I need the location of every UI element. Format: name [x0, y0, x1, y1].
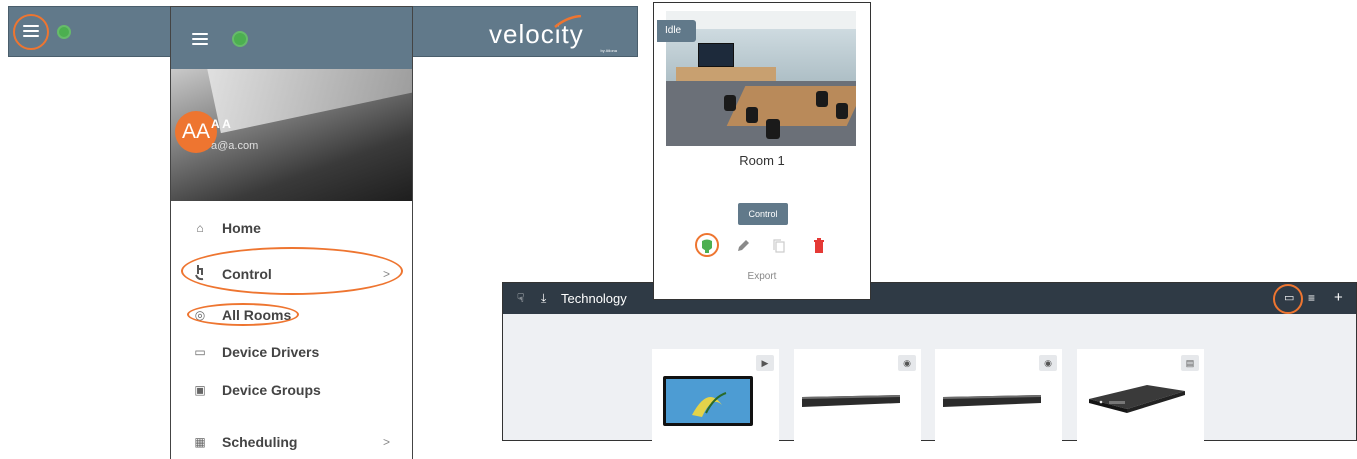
export-label: Export [747, 271, 777, 282]
drawer-header [171, 7, 412, 69]
disc-icon: ◉ [1039, 355, 1057, 371]
device-card[interactable]: ▶ [652, 349, 779, 442]
highlight-circle [1273, 284, 1303, 314]
controller-device-image [1089, 385, 1185, 413]
edit-icon[interactable] [736, 238, 750, 254]
profile-background: AA A A a@a.com [171, 69, 412, 201]
chevron-right-icon: > [382, 435, 390, 449]
nav-item-label: Scheduling [222, 434, 298, 450]
export-icon[interactable] [700, 238, 714, 254]
room-card[interactable]: Idle Room 1 Control Export [653, 2, 871, 300]
group-icon: ▣ [194, 383, 206, 397]
highlight-circle [13, 14, 49, 50]
status-badge: Idle [657, 20, 696, 42]
calendar-icon: ▦ [194, 435, 206, 449]
devices-icon: ▭ [194, 345, 206, 359]
device-card[interactable]: ◉ [935, 349, 1062, 442]
display-device-image [663, 376, 753, 426]
nav-item-device-drivers[interactable]: ▭ Device Drivers [171, 337, 412, 367]
velocity-logo: velocity by Atlona [489, 13, 629, 55]
globe-icon[interactable] [57, 25, 71, 39]
room-title: Room 1 [739, 153, 785, 168]
tune-icon[interactable]: ≡ [1308, 291, 1315, 305]
user-name: A A [211, 117, 231, 131]
logo-subtitle: by Atlona [600, 48, 617, 53]
highlight-oval-control [181, 247, 403, 295]
menu-icon[interactable] [192, 33, 208, 45]
logo-swoosh-icon [554, 15, 582, 28]
player-device-image [802, 395, 900, 407]
technology-panel: ☟ ⤓ Technology ▭ ≡ + ▶ ◉ ◉ ▤ [502, 282, 1357, 442]
home-icon: ⌂ [196, 221, 204, 235]
delete-icon[interactable] [812, 238, 826, 254]
technology-toolbar: ☟ ⤓ Technology ▭ ≡ + [503, 283, 1356, 314]
nav-item-label: Home [222, 220, 261, 236]
user-email: a@a.com [211, 140, 259, 152]
add-icon[interactable]: + [1334, 289, 1343, 306]
globe-icon[interactable] [232, 31, 248, 47]
nav-item-home[interactable]: ⌂ Home [171, 213, 412, 243]
copy-icon[interactable] [772, 238, 786, 254]
message-icon: ▤ [1181, 355, 1199, 371]
download-icon[interactable]: ⤓ [541, 291, 546, 306]
technology-title: Technology [561, 291, 627, 306]
device-card[interactable]: ◉ [794, 349, 921, 442]
nav-item-device-groups[interactable]: ▣ Device Groups [171, 375, 412, 405]
touch-icon[interactable]: ☟ [517, 291, 524, 305]
tv-icon: ▶ [756, 355, 774, 371]
nav-item-label: Device Groups [222, 382, 321, 398]
nav-item-label: Device Drivers [222, 344, 320, 360]
device-card[interactable]: ▤ [1077, 349, 1204, 442]
navigation-drawer: AA A A a@a.com ⌂ Home Control > ◎ All Ro… [170, 6, 413, 459]
highlight-oval-all-rooms [187, 303, 299, 326]
nav-item-scheduling[interactable]: ▦ Scheduling > [171, 427, 412, 457]
player-device-image [943, 395, 1041, 407]
control-button[interactable]: Control [738, 203, 788, 225]
disc-icon: ◉ [898, 355, 916, 371]
